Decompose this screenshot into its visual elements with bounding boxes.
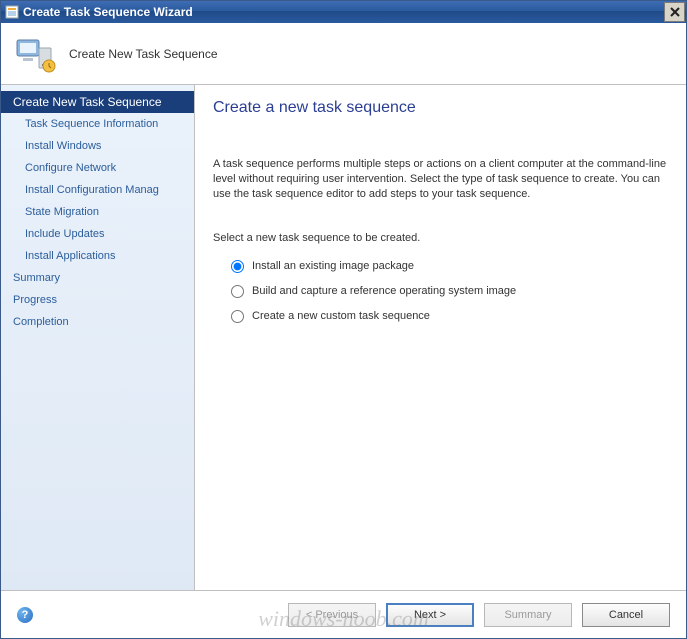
- title-bar: Create Task Sequence Wizard: [1, 1, 686, 23]
- sidebar-item-install-windows[interactable]: Install Windows: [1, 135, 194, 157]
- option-label: Install an existing image package: [252, 260, 414, 272]
- option-radio[interactable]: [231, 310, 244, 323]
- sidebar-item-label: Install Configuration Manag: [25, 184, 159, 196]
- sidebar-item-label: Progress: [13, 294, 57, 306]
- option-label: Build and capture a reference operating …: [252, 285, 516, 297]
- sidebar-item-install-configuration-manag[interactable]: Install Configuration Manag: [1, 179, 194, 201]
- sidebar-item-label: Configure Network: [25, 162, 116, 174]
- selection-prompt: Select a new task sequence to be created…: [213, 232, 668, 244]
- sidebar-item-label: Task Sequence Information: [25, 118, 158, 130]
- help-icon[interactable]: ?: [17, 607, 33, 623]
- wizard-window: Create Task Sequence Wizard Create New T…: [0, 0, 687, 639]
- sidebar-item-task-sequence-information[interactable]: Task Sequence Information: [1, 113, 194, 135]
- wizard-sidebar: Create New Task Sequence Task Sequence In…: [1, 85, 195, 590]
- page-heading: Create a new task sequence: [213, 99, 668, 117]
- sidebar-item-install-applications[interactable]: Install Applications: [1, 245, 194, 267]
- wizard-content: Create a new task sequence A task sequen…: [195, 85, 686, 590]
- sidebar-item-progress[interactable]: Progress: [1, 289, 194, 311]
- sidebar-item-label: Create New Task Sequence: [13, 95, 162, 109]
- sidebar-item-completion[interactable]: Completion: [1, 311, 194, 333]
- option-label: Create a new custom task sequence: [252, 310, 430, 322]
- page-description: A task sequence performs multiple steps …: [213, 157, 668, 202]
- wizard-icon: [5, 5, 19, 19]
- sidebar-item-include-updates[interactable]: Include Updates: [1, 223, 194, 245]
- sidebar-item-label: State Migration: [25, 206, 99, 218]
- banner: Create New Task Sequence: [1, 23, 686, 85]
- summary-button[interactable]: Summary: [484, 603, 572, 627]
- sidebar-item-configure-network[interactable]: Configure Network: [1, 157, 194, 179]
- option-radio[interactable]: [231, 285, 244, 298]
- sidebar-item-label: Completion: [13, 316, 69, 328]
- cancel-button[interactable]: Cancel: [582, 603, 670, 627]
- sidebar-item-create-new-task-sequence[interactable]: Create New Task Sequence: [1, 91, 194, 113]
- sidebar-item-label: Install Applications: [25, 250, 116, 262]
- sidebar-item-label: Summary: [13, 272, 60, 284]
- option-row[interactable]: Install an existing image package: [213, 254, 668, 279]
- sidebar-item-summary[interactable]: Summary: [1, 267, 194, 289]
- banner-icon: [13, 32, 57, 76]
- close-icon: [670, 7, 680, 17]
- next-button[interactable]: Next >: [386, 603, 474, 627]
- sidebar-item-label: Include Updates: [25, 228, 105, 240]
- close-button[interactable]: [664, 2, 685, 22]
- task-type-options: Install an existing image package Build a…: [213, 254, 668, 329]
- banner-subtitle: Create New Task Sequence: [69, 47, 218, 61]
- sidebar-item-state-migration[interactable]: State Migration: [1, 201, 194, 223]
- sidebar-item-label: Install Windows: [25, 140, 101, 152]
- wizard-footer: ? < Previous Next > Summary Cancel: [1, 590, 686, 638]
- option-row[interactable]: Build and capture a reference operating …: [213, 279, 668, 304]
- previous-button[interactable]: < Previous: [288, 603, 376, 627]
- option-row[interactable]: Create a new custom task sequence: [213, 304, 668, 329]
- window-title: Create Task Sequence Wizard: [23, 5, 193, 19]
- option-radio[interactable]: [231, 260, 244, 273]
